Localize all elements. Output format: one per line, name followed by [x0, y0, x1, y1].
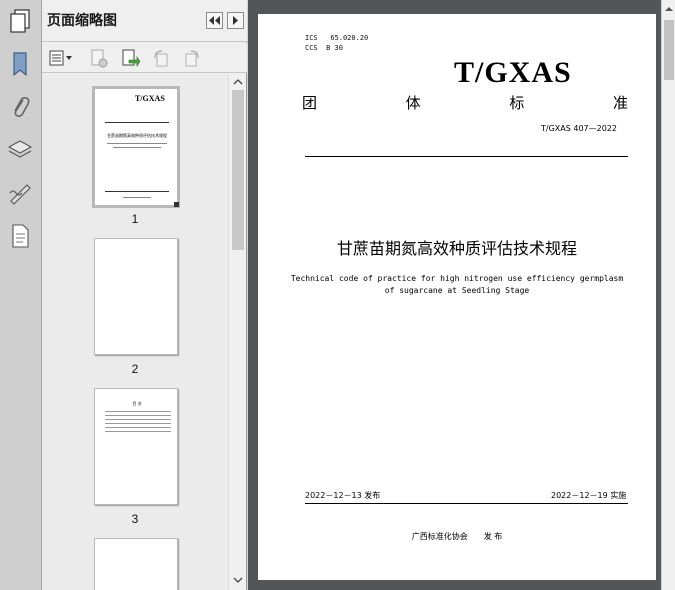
thumb-heading: 目 次 — [132, 401, 142, 406]
implement-date: 2022－12－19 实施 — [551, 491, 627, 500]
document-view: ICS 65.020.20 CCS B 30 T/GXAS 团 体 标 准 T/… — [248, 0, 661, 590]
thumb-toc-line — [105, 423, 171, 424]
standard-char: 团 — [302, 94, 318, 112]
scroll-up-arrow-icon[interactable] — [233, 78, 243, 86]
thumb-text-line — [113, 147, 161, 148]
page-thumbnail-4[interactable] — [94, 538, 178, 590]
scroll-thumb[interactable] — [232, 90, 244, 250]
thumb-toc-line — [105, 411, 171, 412]
thumb-toc-line — [105, 419, 171, 420]
page-thumbnails-rail-button[interactable] — [5, 6, 35, 36]
pages-icon — [10, 9, 30, 33]
double-chevron-left-icon — [209, 16, 220, 25]
standard-char: 标 — [509, 94, 525, 112]
signature-icon — [9, 184, 31, 205]
insert-pages-button[interactable] — [119, 47, 141, 69]
rotate-ccw-icon — [154, 50, 168, 67]
standard-logo: T/GXAS — [454, 56, 572, 89]
document-scrollbar[interactable] — [661, 0, 675, 590]
paperclip-icon — [14, 97, 30, 117]
thumbnail-toolbar — [42, 43, 247, 73]
standard-type: 团 体 标 准 — [302, 92, 628, 113]
layers-icon — [7, 140, 33, 158]
thumb-toc-line — [105, 431, 171, 432]
standard-char: 准 — [612, 94, 628, 112]
thumbnail-scrollbar[interactable] — [228, 74, 246, 590]
scroll-down-arrow-icon[interactable] — [233, 576, 243, 584]
page-number-3: 3 — [131, 512, 139, 526]
thumb-logo: T/GXAS — [135, 94, 165, 103]
thumb-rule — [105, 191, 169, 192]
ccs-value: B 30 — [326, 44, 343, 52]
ics-label: ICS — [305, 34, 318, 42]
publish-date: 2022－12－13 发布 — [305, 491, 381, 500]
bookmark-icon — [13, 52, 27, 77]
footer-divider — [305, 503, 628, 504]
delete-pages-button[interactable] — [88, 47, 110, 69]
ics-value: 65.020.20 — [330, 34, 369, 42]
page-thumbnail-1[interactable]: T/GXAS 甘蔗苗期氮高效种质评估技术规程 — [92, 86, 180, 208]
scroll-up-arrow-icon[interactable] — [664, 5, 674, 13]
chevron-right-icon — [233, 16, 238, 25]
delete-pages-icon — [91, 49, 108, 68]
navigation-rail — [0, 0, 42, 590]
document-page: ICS 65.020.20 CCS B 30 T/GXAS 团 体 标 准 T/… — [258, 14, 656, 580]
document-title: 甘蔗苗期氮高效种质评估技术规程 — [336, 239, 577, 258]
document-icon — [12, 224, 29, 248]
header-divider — [305, 156, 628, 157]
options-menu-icon — [49, 50, 72, 66]
rotate-cw-button[interactable] — [181, 47, 203, 69]
thumb-title: 甘蔗苗期氮高效种质评估技术规程 — [107, 133, 167, 138]
page-thumbnail-3[interactable]: 目 次 — [94, 388, 178, 505]
thumbnail-options-button[interactable] — [48, 47, 74, 69]
ccs-code: CCS B 30 — [305, 44, 343, 52]
thumb-rule — [105, 122, 169, 123]
ics-code: ICS 65.020.20 — [305, 34, 368, 42]
scroll-thumb[interactable] — [664, 20, 674, 80]
ccs-label: CCS — [305, 44, 318, 52]
issuer: 广西标准化协会 发 布 — [411, 532, 503, 541]
layers-rail-button[interactable] — [5, 135, 35, 165]
standard-number: T/GXAS 407—2022 — [541, 124, 617, 133]
expand-panel-button[interactable] — [227, 12, 244, 29]
collapse-panel-button[interactable] — [206, 12, 223, 29]
english-title-line-2: of sugarcane at Seedling Stage — [384, 286, 530, 295]
page-number-1: 1 — [131, 212, 139, 226]
thumbnail-panel: 页面缩略图 T/GXAS 甘蔗苗期氮高效种质评估技术规程 1 2 目 次 3 — [42, 0, 247, 590]
english-title-line-1: Technical code of practice for high nitr… — [290, 274, 624, 283]
insert-pages-icon — [122, 49, 140, 67]
thumb-text-line — [107, 143, 167, 144]
thumb-toc-line — [105, 415, 171, 416]
rotate-ccw-button[interactable] — [150, 47, 172, 69]
page-number-2: 2 — [131, 362, 139, 376]
attachments-rail-button[interactable] — [5, 92, 35, 122]
thumb-text-line — [123, 197, 151, 198]
content-rail-button[interactable] — [5, 221, 35, 251]
thumbnail-list: T/GXAS 甘蔗苗期氮高效种质评估技术规程 1 2 目 次 3 — [42, 74, 228, 590]
thumb-corner-marker — [174, 202, 179, 207]
page-thumbnail-2[interactable] — [94, 238, 178, 355]
rotate-cw-icon — [185, 50, 199, 67]
panel-header: 页面缩略图 — [42, 0, 247, 42]
signatures-rail-button[interactable] — [5, 178, 35, 208]
bookmarks-rail-button[interactable] — [5, 49, 35, 79]
panel-title: 页面缩略图 — [47, 13, 117, 29]
standard-char: 体 — [405, 94, 421, 112]
thumb-toc-line — [105, 427, 171, 428]
